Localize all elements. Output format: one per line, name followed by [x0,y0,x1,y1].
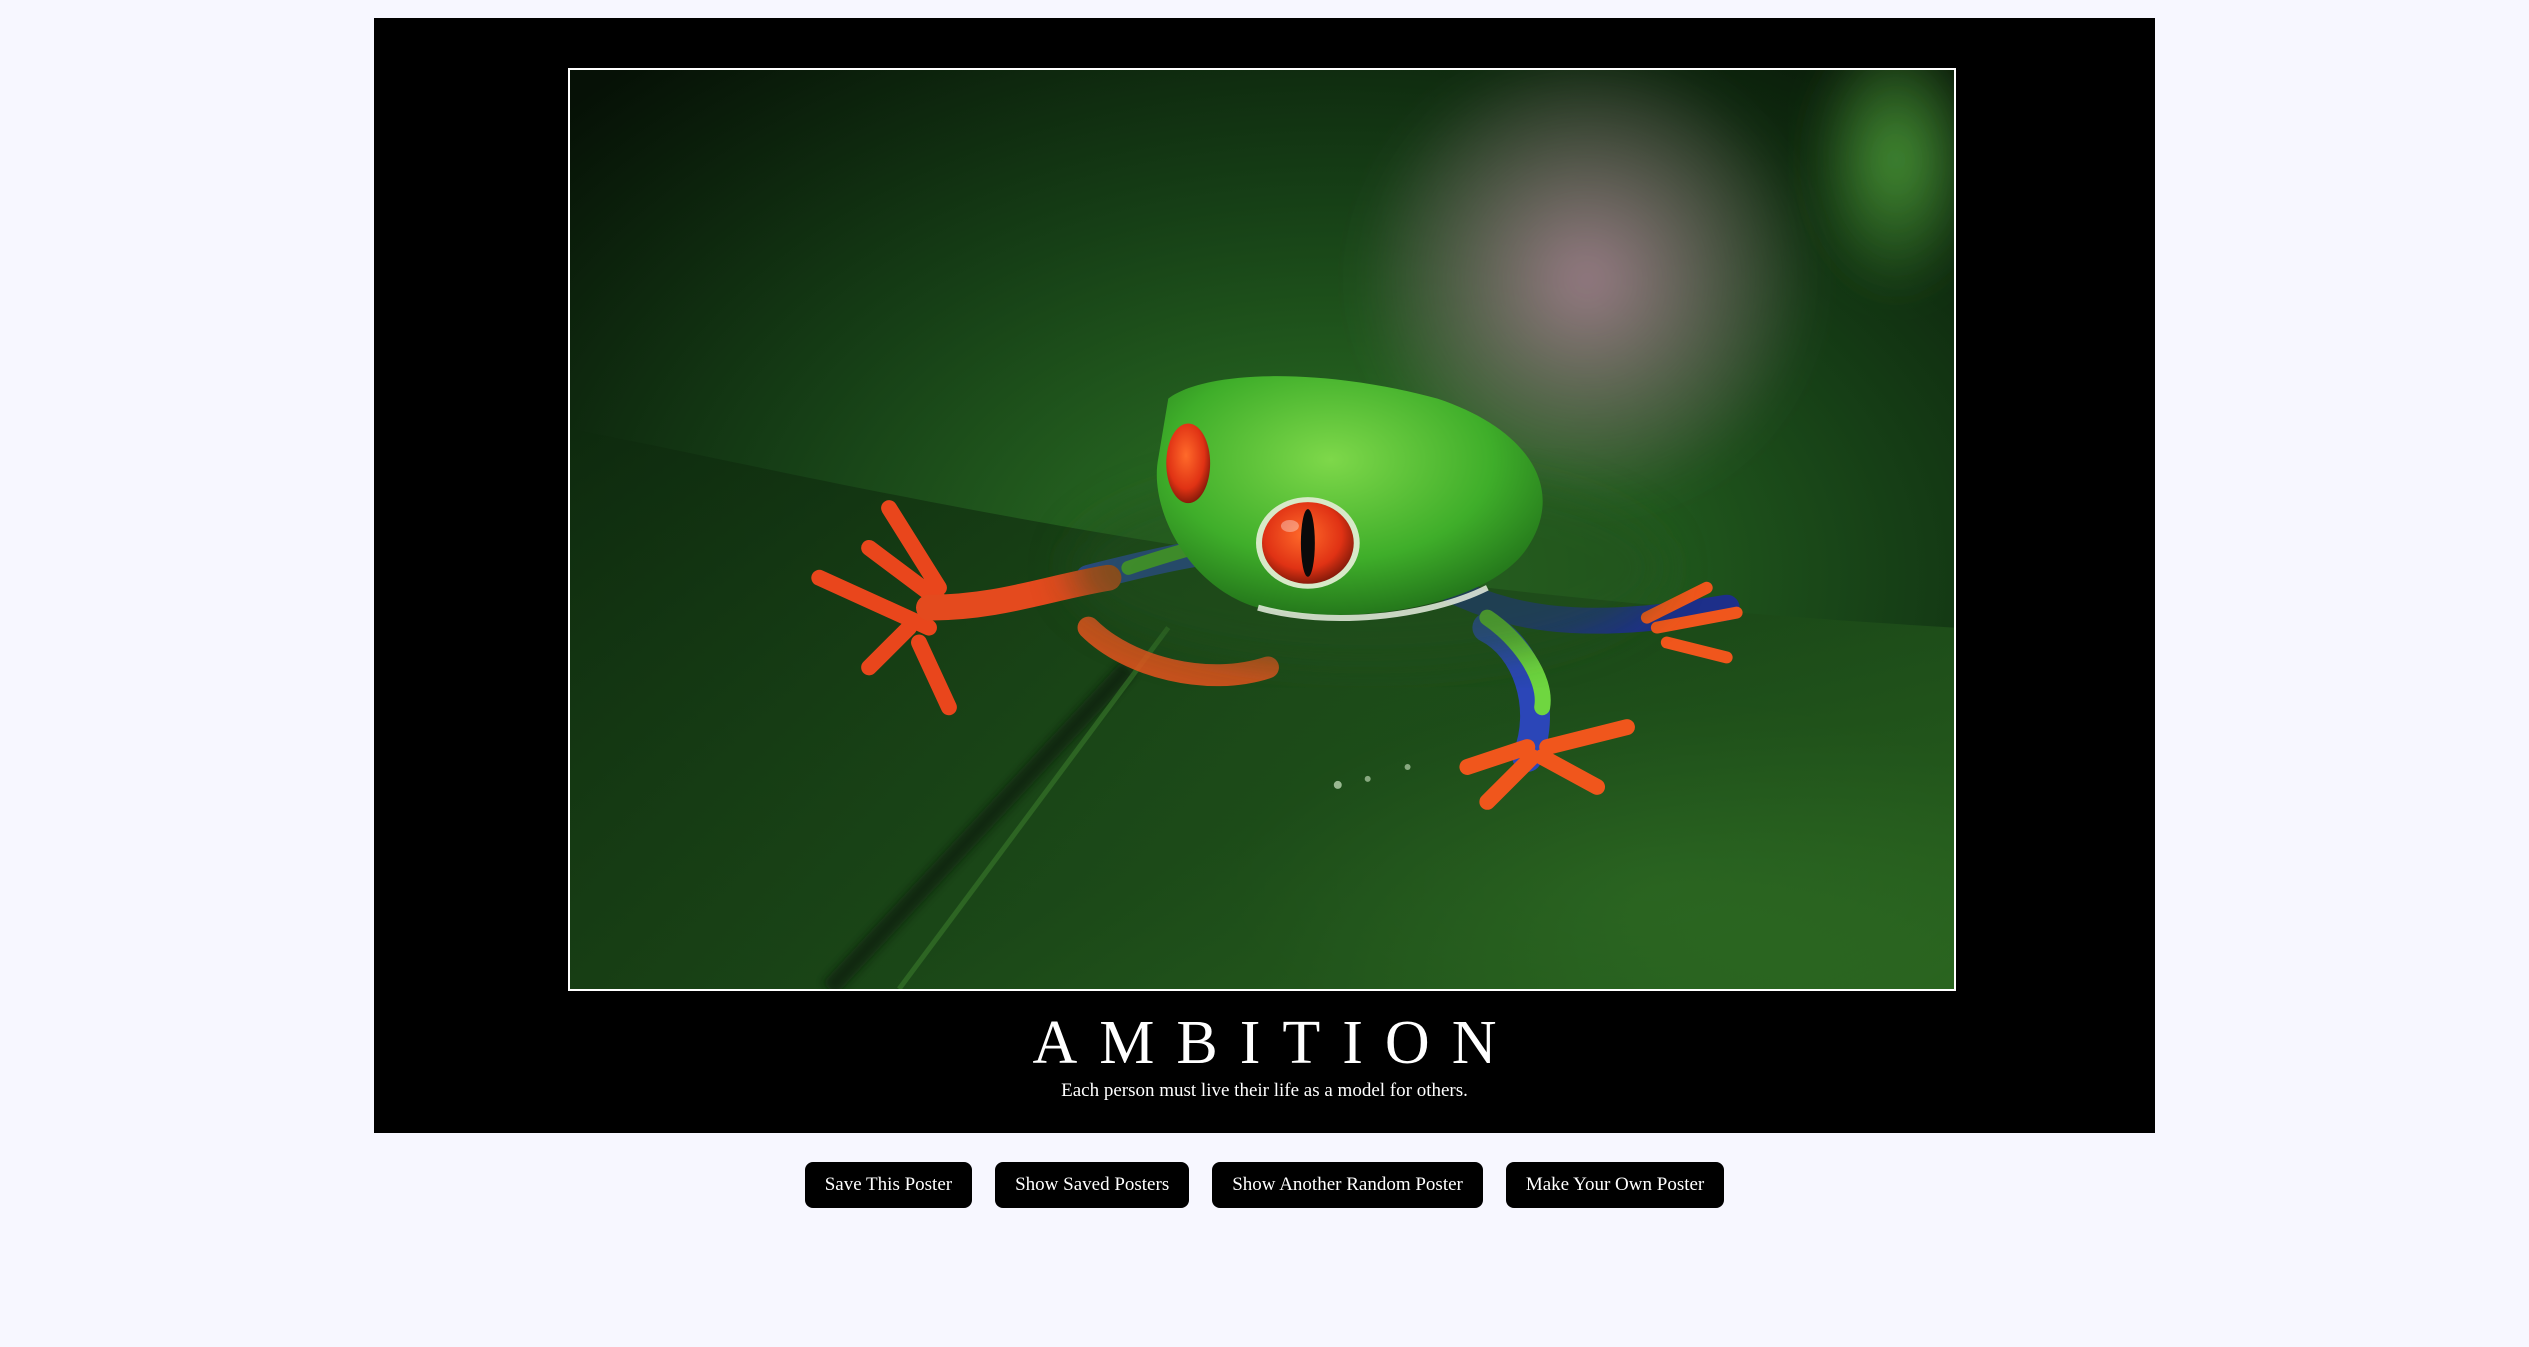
make-own-poster-button[interactable]: Make Your Own Poster [1505,1162,1725,1208]
poster-controls: Save This Poster Show Saved Posters Show… [0,1162,2529,1208]
save-poster-button[interactable]: Save This Poster [804,1162,973,1208]
poster-title: AMBITION [1032,1009,1519,1077]
frog-image [570,70,1954,989]
show-saved-posters-button[interactable]: Show Saved Posters [995,1162,1190,1208]
show-random-poster-button[interactable]: Show Another Random Poster [1212,1162,1483,1208]
poster-image [568,68,1956,991]
poster: AMBITION Each person must live their lif… [374,18,2155,1133]
poster-quote: Each person must live their life as a mo… [1061,1080,1468,1101]
